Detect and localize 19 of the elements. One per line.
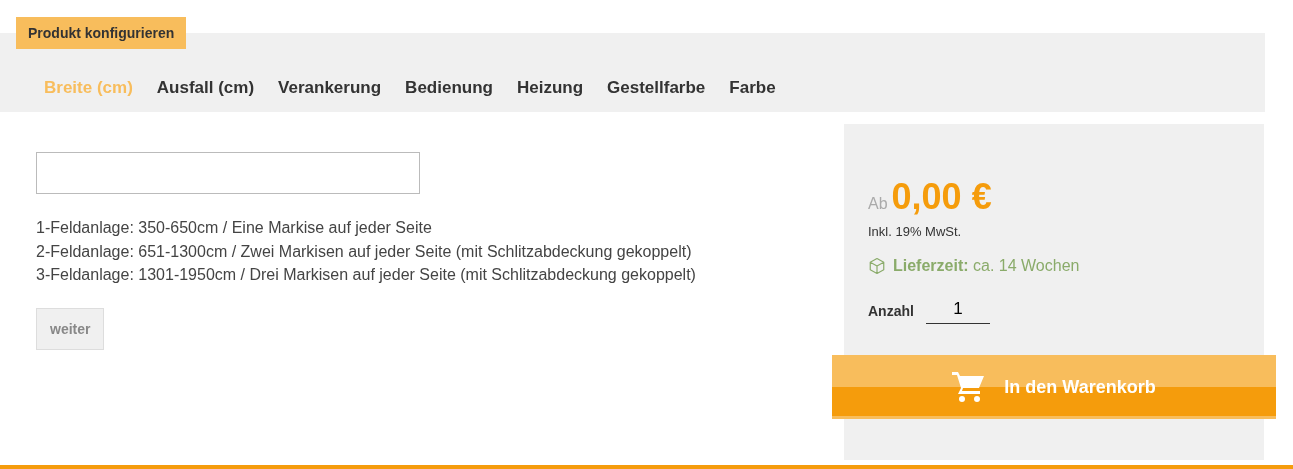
section-badge: Produkt konfigurieren: [16, 17, 187, 49]
price-prefix: Ab: [868, 195, 888, 213]
tab[interactable]: Gestellfarbe: [597, 74, 716, 102]
delivery-time: Lieferzeit: ca. 14 Wochen: [893, 257, 1080, 275]
cart-icon: [952, 371, 987, 403]
info-line: 1-Feldanlage: 350-650cm / Eine Markise auf jeder Seite: [36, 218, 433, 238]
quantity-field[interactable]: 1: [925, 297, 990, 324]
info-line: 2-Feldanlage: 651-1300cm / Zwei Markisen auf jeder Seite (mit Schlitzabdeckung gekoppelt): [36, 241, 693, 262]
tab[interactable]: Ausfall (cm): [146, 74, 265, 102]
tab[interactable]: Heizung: [506, 74, 594, 102]
quantity-label: Anzahl: [868, 302, 914, 319]
tab[interactable]: Verankerung: [268, 74, 392, 102]
price: 0,00 €: [891, 176, 992, 218]
tab[interactable]: Farbe: [719, 74, 786, 102]
tab[interactable]: Bedienung: [395, 74, 503, 102]
box-icon: [868, 257, 886, 275]
width-input-field[interactable]: [36, 152, 420, 194]
info-line: 3-Feldanlage: 1301-1950cm / Drei Markisen auf jeder Seite (mit Schlitzabdeckung gekoppelt): [36, 265, 696, 285]
tax-note: Inkl. 19% MwSt.: [868, 224, 963, 239]
